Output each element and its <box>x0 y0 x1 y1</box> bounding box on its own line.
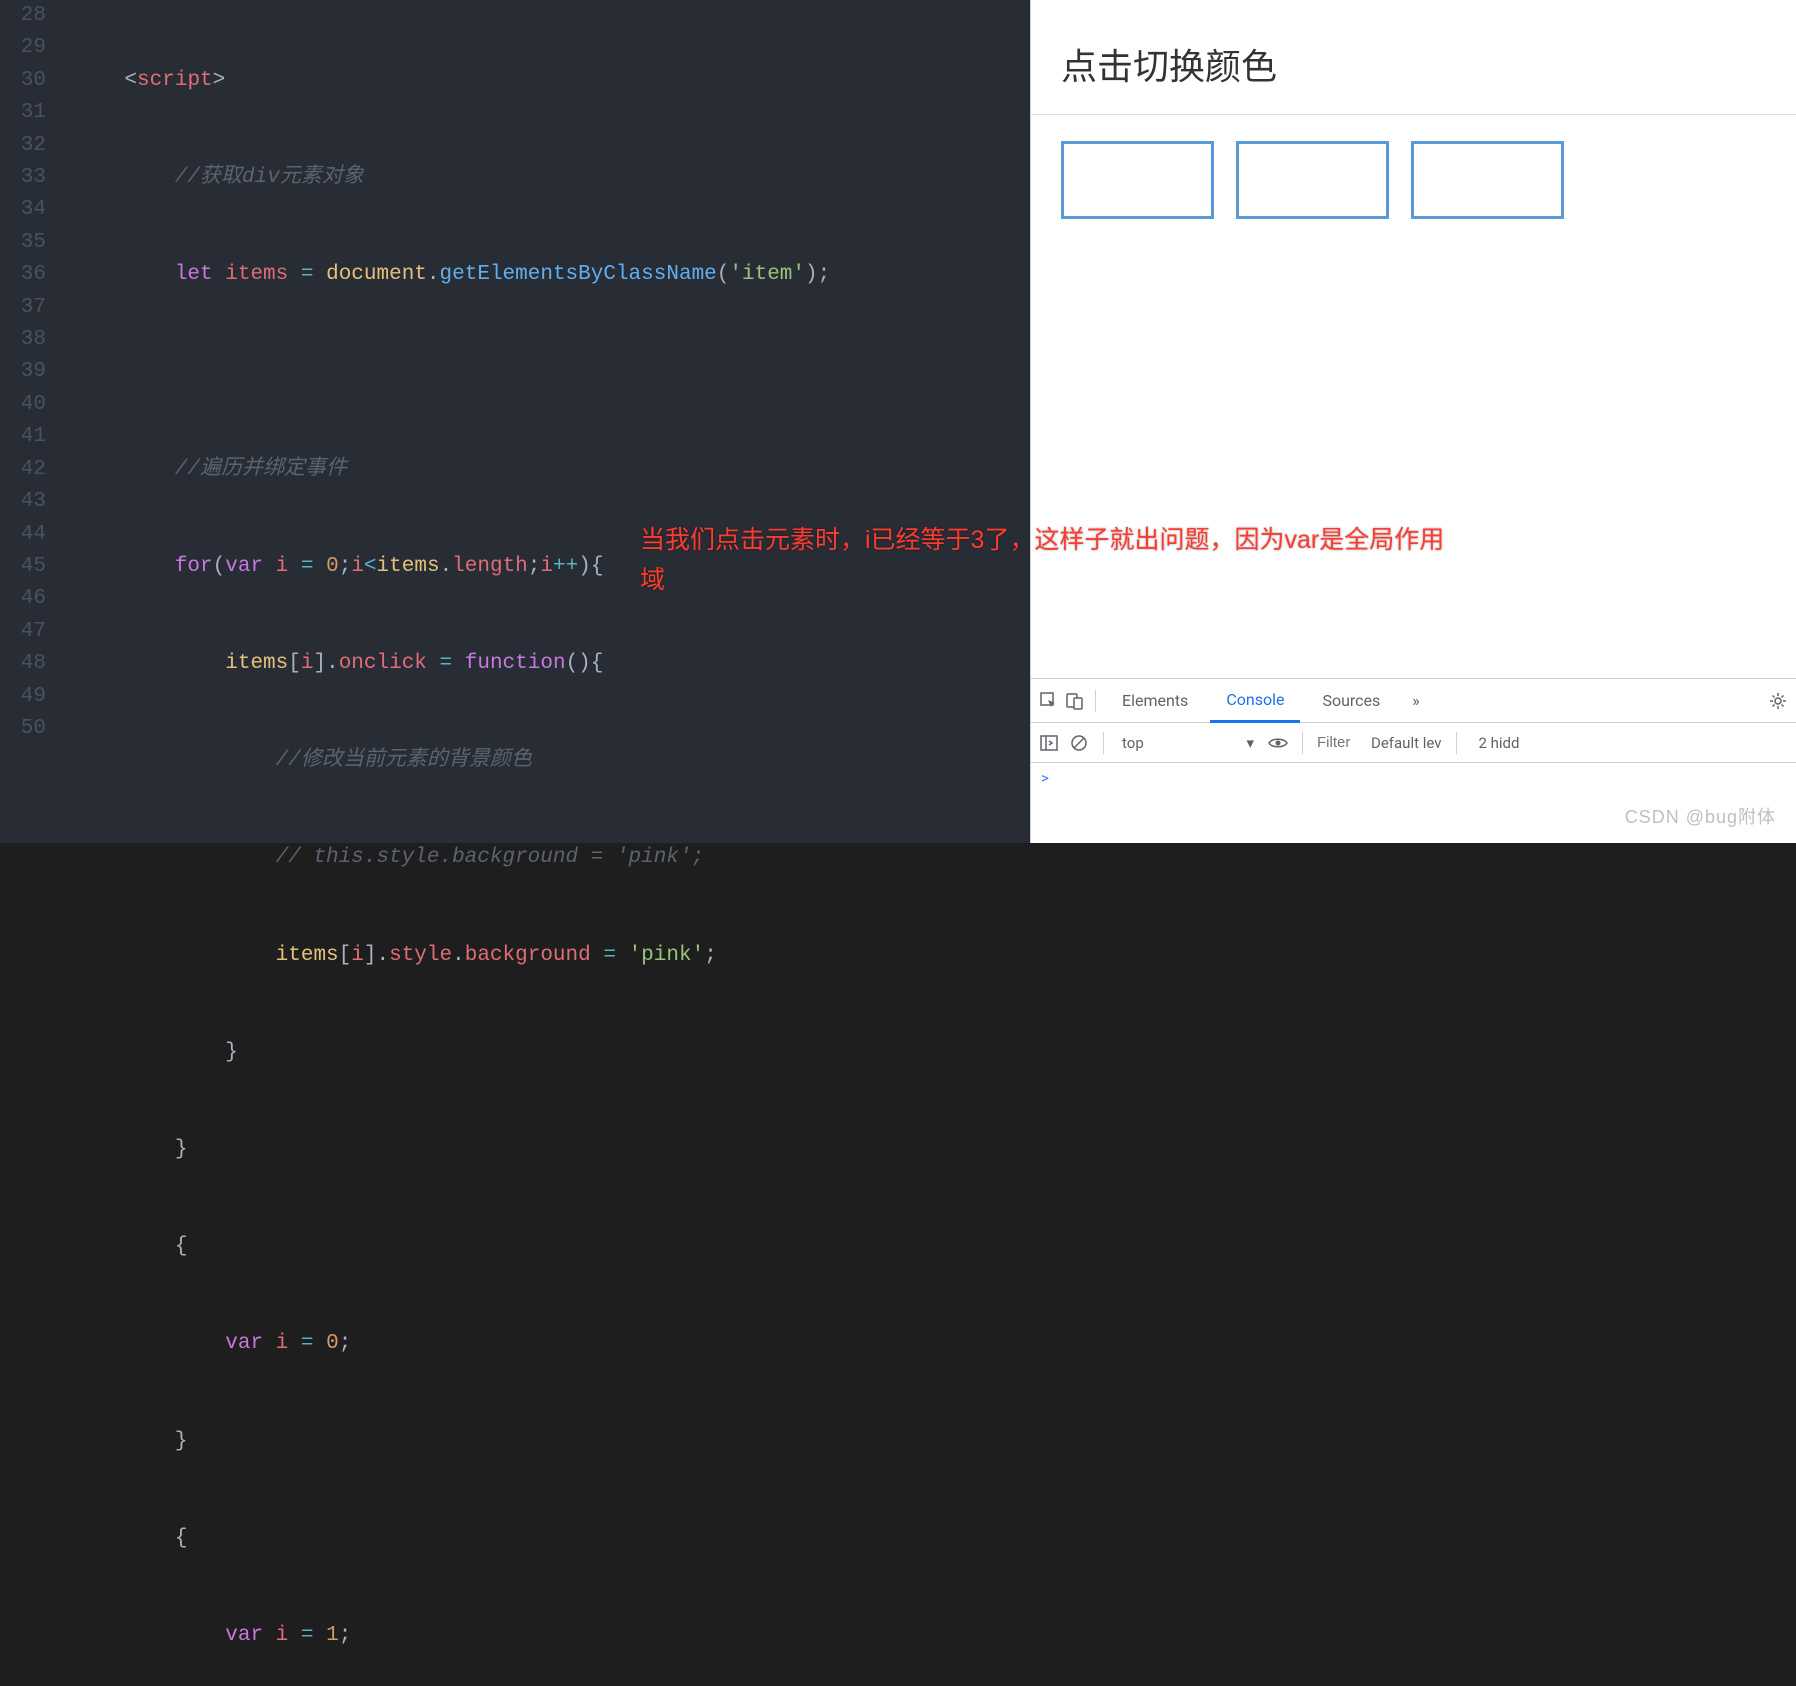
divider <box>1456 732 1457 754</box>
line-number: 50 <box>0 713 46 745</box>
code-line: { <box>56 1231 1796 1263</box>
tab-sources[interactable]: Sources <box>1306 679 1396 723</box>
item-box[interactable] <box>1236 141 1389 219</box>
context-selector[interactable]: top▾ <box>1118 732 1258 754</box>
item-box[interactable] <box>1411 141 1564 219</box>
line-number-gutter: 28 29 30 31 32 33 34 35 36 37 38 39 40 4… <box>0 0 56 843</box>
tabs-overflow-icon[interactable]: » <box>1402 691 1430 710</box>
line-number: 46 <box>0 583 46 615</box>
code-line: var i = 1; <box>56 1620 1796 1652</box>
line-number: 28 <box>0 0 46 32</box>
line-number: 33 <box>0 162 46 194</box>
code-line: { <box>56 1523 1796 1555</box>
tab-elements[interactable]: Elements <box>1106 679 1204 723</box>
code-line: } <box>56 1426 1796 1458</box>
line-number: 38 <box>0 324 46 356</box>
line-number: 42 <box>0 454 46 486</box>
line-number: 34 <box>0 194 46 226</box>
divider <box>1302 732 1303 754</box>
log-level-selector[interactable]: Default lev <box>1371 734 1442 752</box>
browser-preview-panel: 点击切换颜色 Elements Console Sources » <box>1030 0 1796 843</box>
tab-console[interactable]: Console <box>1210 679 1300 723</box>
line-number: 30 <box>0 65 46 97</box>
line-number: 44 <box>0 519 46 551</box>
line-number: 43 <box>0 486 46 518</box>
line-number: 29 <box>0 32 46 64</box>
line-number: 41 <box>0 421 46 453</box>
line-number: 40 <box>0 389 46 421</box>
line-number: 37 <box>0 292 46 324</box>
item-box[interactable] <box>1061 141 1214 219</box>
code-line: items[i].style.background = 'pink'; <box>56 940 1796 972</box>
divider <box>1095 690 1096 712</box>
code-line: } <box>56 1134 1796 1166</box>
preview-header: 点击切换颜色 <box>1031 0 1796 114</box>
page-title: 点击切换颜色 <box>1061 38 1766 90</box>
line-number: 32 <box>0 130 46 162</box>
line-number: 48 <box>0 648 46 680</box>
item-box-row <box>1031 115 1796 245</box>
clear-console-icon[interactable] <box>1069 733 1089 753</box>
chevron-down-icon: ▾ <box>1246 734 1254 752</box>
inspect-element-icon[interactable] <box>1039 691 1059 711</box>
line-number: 49 <box>0 681 46 713</box>
line-number: 45 <box>0 551 46 583</box>
hidden-messages-label[interactable]: 2 hidd <box>1479 734 1520 752</box>
line-number: 31 <box>0 97 46 129</box>
code-line: } <box>56 1037 1796 1069</box>
line-number: 47 <box>0 616 46 648</box>
filter-input[interactable] <box>1317 734 1361 751</box>
devtools-tabbar: Elements Console Sources » <box>1031 679 1796 723</box>
code-line: var i = 0; <box>56 1328 1796 1360</box>
code-editor: 28 29 30 31 32 33 34 35 36 37 38 39 40 4… <box>0 0 1796 843</box>
console-toolbar: top▾ Default lev 2 hidd <box>1031 723 1796 763</box>
line-number: 35 <box>0 227 46 259</box>
live-expression-icon[interactable] <box>1268 733 1288 753</box>
device-toggle-icon[interactable] <box>1065 691 1085 711</box>
console-sidebar-toggle-icon[interactable] <box>1039 733 1059 753</box>
divider <box>1103 732 1104 754</box>
gear-icon[interactable] <box>1768 691 1788 711</box>
code-line: // this.style.background = 'pink'; <box>56 842 1796 874</box>
line-number: 36 <box>0 259 46 291</box>
line-number: 39 <box>0 356 46 388</box>
watermark-text: CSDN @bug附体 <box>1625 803 1776 829</box>
